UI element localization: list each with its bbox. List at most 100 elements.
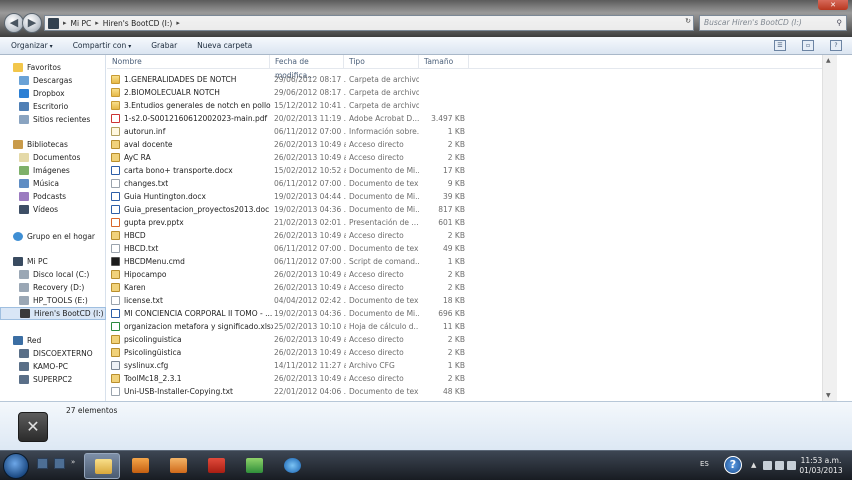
table-row[interactable]: changes.txt 06/11/2012 07:00 ... Documento…: [107, 177, 837, 190]
file-name-cell: psicolinguistica: [111, 333, 273, 346]
table-row[interactable]: Hipocampo 26/02/2013 10:49 a...Acceso dir…: [107, 268, 837, 281]
taskbar-media-button[interactable]: [122, 453, 158, 479]
sidebar-header-favorites[interactable]: Favoritos: [0, 61, 106, 74]
taskbar-explorer-button[interactable]: [84, 453, 120, 479]
help-icon[interactable]: ?: [830, 40, 842, 51]
sidebar-item-dropbox[interactable]: Dropbox: [0, 87, 106, 100]
file-date: 25/02/2013 10:10 a...: [274, 322, 346, 331]
table-row[interactable]: gupta prev.pptx 21/02/2013 02:01 ... Prese…: [107, 216, 837, 229]
table-row[interactable]: ToolMc18_2.3.1 26/02/2013 10:49 a...Acces…: [107, 372, 837, 385]
address-bar[interactable]: ▸ Mi PC ▸ Hiren's BootCD (I:) ▸ ↻: [44, 15, 694, 31]
inf-file-icon: [111, 127, 120, 136]
table-row[interactable]: HBCD.txt 06/11/2012 07:00 ... Documento de…: [107, 242, 837, 255]
quick-launch-icon[interactable]: [54, 458, 65, 469]
column-header-type[interactable]: Tipo: [344, 55, 419, 69]
scroll-down-icon[interactable]: ▼: [826, 392, 831, 399]
sidebar-item-documents[interactable]: Documentos: [0, 151, 106, 164]
column-header-size[interactable]: Tamaño: [419, 55, 469, 69]
language-indicator[interactable]: ES: [700, 460, 709, 468]
sidebar-item-discoexterno[interactable]: DISCOEXTERNO: [0, 347, 106, 360]
table-row[interactable]: Psicolingüistica 26/02/2013 10:49 a...Acc…: [107, 346, 837, 359]
sidebar-item-pictures[interactable]: Imágenes: [0, 164, 106, 177]
sidebar-item-videos[interactable]: Vídeos: [0, 203, 106, 216]
new-folder-button[interactable]: Nueva carpeta: [197, 41, 252, 50]
share-with-button[interactable]: Compartir con ▾: [73, 41, 132, 50]
table-row[interactable]: 1-s2.0-S0012160612002023-main.pdf 20/02/2…: [107, 112, 837, 125]
sidebar-item-music[interactable]: Música: [0, 177, 106, 190]
sidebar-header-libraries[interactable]: Bibliotecas: [0, 138, 106, 151]
taskbar-messenger-button[interactable]: [236, 453, 272, 479]
table-row[interactable]: 1.GENERALIDADES DE NOTCH 29/06/2012 08:17…: [107, 73, 837, 86]
table-row[interactable]: HBCD 26/02/2013 10:49 a...Acceso directo 2…: [107, 229, 837, 242]
file-date: 26/02/2013 10:49 a...: [274, 231, 346, 240]
show-hidden-icons-icon[interactable]: ▲: [751, 461, 760, 470]
preview-pane-icon[interactable]: ▫: [802, 40, 814, 51]
table-row[interactable]: Guia Huntington.docx 19/02/2013 04:44 ...…: [107, 190, 837, 203]
table-row[interactable]: MI CONCIENCIA CORPORAL II TOMO - ... 19/0…: [107, 307, 837, 320]
sidebar-item-podcasts[interactable]: Podcasts: [0, 190, 106, 203]
clock[interactable]: 11:53 a.m. 01/03/2013: [798, 456, 844, 476]
column-header-name[interactable]: Nombre: [107, 55, 270, 69]
table-row[interactable]: Guia_presentacion_proyectos2013.doc 19/02…: [107, 203, 837, 216]
pdf-file-icon: [111, 114, 120, 123]
column-header-date[interactable]: Fecha de modifica...: [270, 55, 344, 80]
organize-button[interactable]: Organizar ▾: [11, 41, 53, 50]
close-window-button[interactable]: ✕: [818, 0, 848, 10]
table-row[interactable]: Uni-USB-Installer-Copying.txt 22/01/2012 …: [107, 385, 837, 398]
burn-button[interactable]: Grabar: [151, 41, 177, 50]
table-row[interactable]: license.txt 04/04/2012 02:42 ... Documento…: [107, 294, 837, 307]
help-icon[interactable]: ?: [724, 456, 742, 474]
table-row[interactable]: 3.Entudios generales de notch en pollo 15…: [107, 99, 837, 112]
taskbar-acrobat-button[interactable]: [198, 453, 234, 479]
breadcrumb-mi-pc[interactable]: Mi PC: [71, 19, 92, 28]
table-row[interactable]: psicolinguistica 26/02/2013 10:49 a...Acc…: [107, 333, 837, 346]
computer-icon: [48, 17, 59, 29]
table-row[interactable]: aval docente 26/02/2013 10:49 a...Acceso …: [107, 138, 837, 151]
sidebar-header-homegroup[interactable]: Grupo en el hogar: [0, 230, 106, 243]
view-options-icon[interactable]: ☰: [774, 40, 786, 51]
table-row[interactable]: AyC RA 26/02/2013 10:49 a...Acceso direct…: [107, 151, 837, 164]
breadcrumb-separator[interactable]: ▸: [176, 19, 180, 27]
sidebar-item-drive-d[interactable]: Recovery (D:): [0, 281, 106, 294]
table-row[interactable]: carta bono+ transporte.docx 15/02/2012 10…: [107, 164, 837, 177]
file-size: [420, 73, 465, 86]
table-row[interactable]: syslinux.cfg 14/11/2012 11:27 a...Archivo…: [107, 359, 837, 372]
show-desktop-icon[interactable]: [37, 458, 48, 469]
breadcrumb-separator[interactable]: ▸: [63, 19, 67, 27]
sidebar-item-desktop[interactable]: Escritorio: [0, 100, 106, 113]
sidebar-item-recent-places[interactable]: Sitios recientes: [0, 113, 106, 126]
taskbar-mail-button[interactable]: [160, 453, 196, 479]
table-row[interactable]: organizacion metafora y significado.xlsx…: [107, 320, 837, 333]
table-row[interactable]: 2.BIOMOLECUALR NOTCH 29/06/2012 08:17 ...…: [107, 86, 837, 99]
file-type: Documento de Mi...: [349, 205, 419, 214]
forward-button[interactable]: ▶: [22, 13, 42, 33]
table-row[interactable]: HBCDMenu.cmd 06/11/2012 07:00 ... Script d…: [107, 255, 837, 268]
back-button[interactable]: ◀: [4, 13, 24, 33]
sidebar-header-network[interactable]: Red: [0, 334, 106, 347]
network-tray-icon[interactable]: [763, 461, 772, 470]
sidebar-item-drive-i[interactable]: Hiren's BootCD (I:): [0, 307, 106, 320]
sidebar-item-drive-c[interactable]: Disco local (C:): [0, 268, 106, 281]
vertical-scrollbar[interactable]: ▲ ▼: [822, 55, 837, 401]
battery-icon[interactable]: [775, 461, 784, 470]
file-type: Presentación de ...: [349, 218, 419, 227]
table-row[interactable]: autorun.inf 06/11/2012 07:00 ... Informaci…: [107, 125, 837, 138]
scroll-up-icon[interactable]: ▲: [826, 57, 831, 64]
sidebar-header-computer[interactable]: Mi PC: [0, 255, 106, 268]
breadcrumb-current-drive[interactable]: Hiren's BootCD (I:): [103, 19, 173, 28]
sidebar-item-downloads[interactable]: Descargas: [0, 74, 106, 87]
file-name-cell: 1-s2.0-S0012160612002023-main.pdf: [111, 112, 273, 125]
taskbar-ie-button[interactable]: [274, 453, 310, 479]
refresh-icon[interactable]: ↻: [685, 17, 691, 25]
volume-icon[interactable]: [787, 461, 796, 470]
table-row[interactable]: Karen 26/02/2013 10:49 a...Acceso directo…: [107, 281, 837, 294]
breadcrumb-separator[interactable]: ▸: [95, 19, 99, 27]
search-icon[interactable]: ⚲: [837, 16, 843, 30]
search-input[interactable]: Buscar Hiren's BootCD (I:) ⚲: [699, 15, 847, 31]
sidebar-item-kamo-pc[interactable]: KAMO-PC: [0, 360, 106, 373]
sidebar-item-superpc2[interactable]: SUPERPC2: [0, 373, 106, 386]
start-button[interactable]: [3, 453, 29, 479]
sidebar-item-drive-e[interactable]: HP_TOOLS (E:): [0, 294, 106, 307]
quick-launch-overflow-icon[interactable]: »: [71, 458, 82, 469]
mail-icon: [170, 458, 187, 473]
